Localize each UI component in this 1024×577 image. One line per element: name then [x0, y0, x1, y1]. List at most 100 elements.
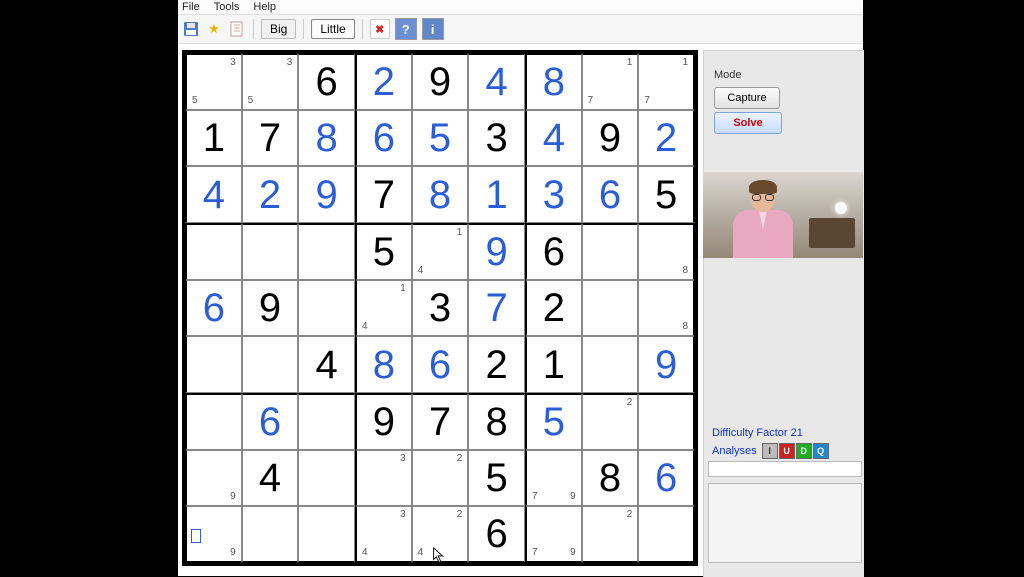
cell-r4c9[interactable]: 8 — [638, 223, 695, 280]
cell-r7c6[interactable]: 8 — [468, 393, 525, 450]
cell-r7c2[interactable]: 6 — [242, 393, 299, 450]
cell-r2c9[interactable]: 2 — [638, 110, 695, 167]
cell-r8c5[interactable]: 2 — [412, 450, 469, 507]
cell-r3c5[interactable]: 8 — [412, 166, 469, 223]
analysis-u-button[interactable]: U — [779, 443, 795, 459]
cell-r8c9[interactable]: 6 — [638, 450, 695, 507]
cell-r2c4[interactable]: 6 — [355, 110, 412, 167]
cell-r5c6[interactable]: 7 — [468, 280, 525, 337]
cell-r9c4[interactable]: 34 — [355, 506, 412, 563]
cell-r7c1[interactable] — [185, 393, 242, 450]
cell-r7c8[interactable]: 2 — [582, 393, 639, 450]
cell-r4c6[interactable]: 9 — [468, 223, 525, 280]
cell-r6c6[interactable]: 2 — [468, 336, 525, 393]
help-button[interactable]: ? — [395, 18, 417, 40]
analysis-q-button[interactable]: Q — [813, 443, 829, 459]
cell-r5c1[interactable]: 6 — [185, 280, 242, 337]
cell-r3c1[interactable]: 4 — [185, 166, 242, 223]
cell-r6c1[interactable] — [185, 336, 242, 393]
cell-r9c6[interactable]: 6 — [468, 506, 525, 563]
cell-r7c7[interactable]: 5 — [525, 393, 582, 450]
cell-r3c6[interactable]: 1 — [468, 166, 525, 223]
cell-r6c8[interactable] — [582, 336, 639, 393]
cell-r8c7[interactable]: 79 — [525, 450, 582, 507]
cell-r9c1[interactable]: 9 — [185, 506, 242, 563]
cell-r2c8[interactable]: 9 — [582, 110, 639, 167]
cell-r1c5[interactable]: 9 — [412, 53, 469, 110]
cell-r3c2[interactable]: 2 — [242, 166, 299, 223]
cell-r1c9[interactable]: 17 — [638, 53, 695, 110]
cell-r5c9[interactable]: 8 — [638, 280, 695, 337]
cell-r1c2[interactable]: 35 — [242, 53, 299, 110]
big-mode-button[interactable]: Big — [261, 19, 296, 39]
cell-r4c2[interactable] — [242, 223, 299, 280]
pencil-mark: 7 — [644, 96, 650, 106]
capture-button[interactable]: Capture — [714, 87, 780, 109]
cell-r3c9[interactable]: 5 — [638, 166, 695, 223]
cell-r9c9[interactable] — [638, 506, 695, 563]
cell-r2c7[interactable]: 4 — [525, 110, 582, 167]
cell-r6c7[interactable]: 1 — [525, 336, 582, 393]
cell-r5c7[interactable]: 2 — [525, 280, 582, 337]
cell-r1c6[interactable]: 4 — [468, 53, 525, 110]
save-icon[interactable] — [182, 20, 200, 38]
cell-r1c1[interactable]: 35 — [185, 53, 242, 110]
cell-r7c9[interactable] — [638, 393, 695, 450]
cell-r8c4[interactable]: 3 — [355, 450, 412, 507]
solve-button[interactable]: Solve — [714, 112, 782, 134]
cell-r7c5[interactable]: 7 — [412, 393, 469, 450]
cell-r8c6[interactable]: 5 — [468, 450, 525, 507]
little-mode-button[interactable]: Little — [311, 19, 354, 39]
cell-r9c3[interactable] — [298, 506, 355, 563]
cell-r5c2[interactable]: 9 — [242, 280, 299, 337]
cell-r1c7[interactable]: 8 — [525, 53, 582, 110]
cell-r4c8[interactable] — [582, 223, 639, 280]
document-icon[interactable] — [228, 20, 246, 38]
cell-r6c3[interactable]: 4 — [298, 336, 355, 393]
cell-r6c4[interactable]: 8 — [355, 336, 412, 393]
input-field[interactable] — [708, 461, 862, 477]
cell-r4c1[interactable] — [185, 223, 242, 280]
cell-r4c5[interactable]: 14 — [412, 223, 469, 280]
cell-r7c3[interactable] — [298, 393, 355, 450]
cell-r1c4[interactable]: 2 — [355, 53, 412, 110]
cell-r9c5[interactable]: 24 — [412, 506, 469, 563]
analysis-i-button[interactable]: I — [762, 443, 778, 459]
cell-r9c2[interactable] — [242, 506, 299, 563]
cell-r1c3[interactable]: 6 — [298, 53, 355, 110]
cell-r3c3[interactable]: 9 — [298, 166, 355, 223]
cell-r5c5[interactable]: 3 — [412, 280, 469, 337]
menu-file[interactable]: File — [182, 1, 200, 13]
delete-icon[interactable]: ✖ — [370, 19, 390, 39]
cell-r2c2[interactable]: 7 — [242, 110, 299, 167]
cell-r4c4[interactable]: 5 — [355, 223, 412, 280]
menu-tools[interactable]: Tools — [214, 1, 240, 13]
cell-r2c3[interactable]: 8 — [298, 110, 355, 167]
cell-r7c4[interactable]: 9 — [355, 393, 412, 450]
cell-r9c8[interactable]: 2 — [582, 506, 639, 563]
cell-r8c1[interactable]: 9 — [185, 450, 242, 507]
cell-r8c2[interactable]: 4 — [242, 450, 299, 507]
cell-r5c8[interactable] — [582, 280, 639, 337]
info-button[interactable]: i — [422, 18, 444, 40]
cell-r1c8[interactable]: 17 — [582, 53, 639, 110]
cell-r9c7[interactable]: 79 — [525, 506, 582, 563]
menu-help[interactable]: Help — [253, 1, 276, 13]
cell-r6c2[interactable] — [242, 336, 299, 393]
star-icon[interactable]: ★ — [205, 20, 223, 38]
cell-r3c8[interactable]: 6 — [582, 166, 639, 223]
cell-r3c7[interactable]: 3 — [525, 166, 582, 223]
analysis-d-button[interactable]: D — [796, 443, 812, 459]
cell-r8c3[interactable] — [298, 450, 355, 507]
cell-r8c8[interactable]: 8 — [582, 450, 639, 507]
cell-r5c3[interactable] — [298, 280, 355, 337]
cell-r2c5[interactable]: 5 — [412, 110, 469, 167]
cell-r2c6[interactable]: 3 — [468, 110, 525, 167]
cell-r4c7[interactable]: 6 — [525, 223, 582, 280]
cell-r5c4[interactable]: 14 — [355, 280, 412, 337]
cell-r6c5[interactable]: 6 — [412, 336, 469, 393]
cell-r6c9[interactable]: 9 — [638, 336, 695, 393]
cell-r2c1[interactable]: 1 — [185, 110, 242, 167]
cell-r3c4[interactable]: 7 — [355, 166, 412, 223]
cell-r4c3[interactable] — [298, 223, 355, 280]
